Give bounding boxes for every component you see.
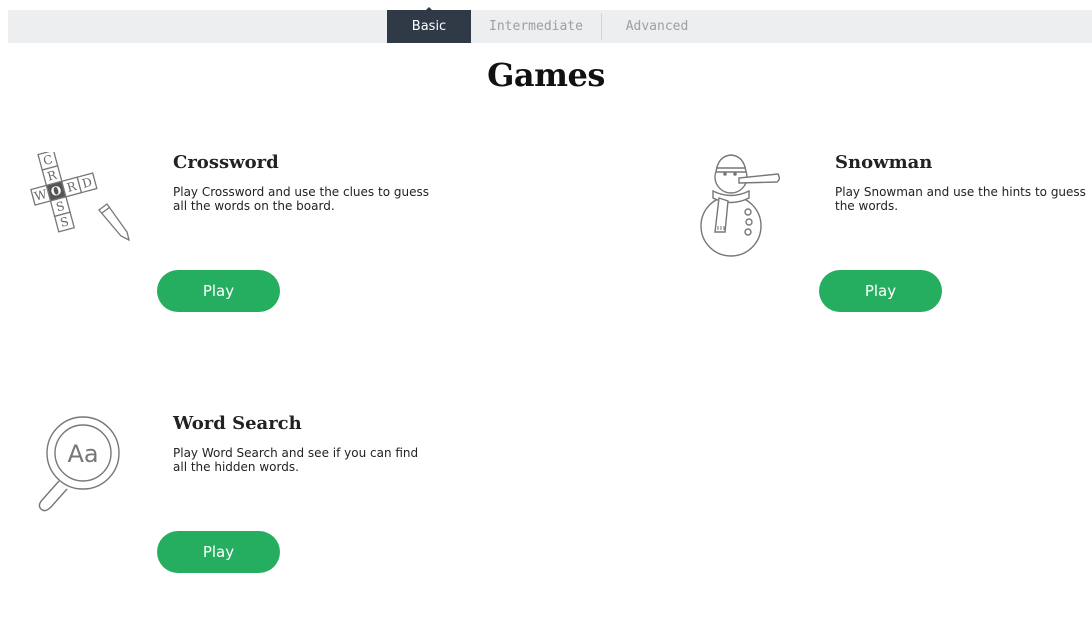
games-page: Basic Intermediate Advanced Games C R O …: [0, 0, 1092, 620]
game-card-word-search: Aa Word Search Play Word Search and see …: [23, 413, 418, 593]
page-title: Games: [487, 56, 605, 94]
play-word-search-button[interactable]: Play: [157, 531, 280, 573]
game-card-snowman: Snowman Play Snowman and use the hints t…: [685, 152, 1086, 332]
game-description: Play Crossword and use the clues to gues…: [173, 185, 429, 213]
snowman-icon: [685, 152, 795, 262]
play-snowman-button[interactable]: Play: [819, 270, 942, 312]
tab-advanced[interactable]: Advanced: [602, 10, 712, 43]
crossword-icon: C R O S S W R D: [23, 149, 133, 262]
game-description: Play Word Search and see if you can find…: [173, 446, 419, 474]
magnifier-text: Aa: [67, 440, 98, 468]
game-description: Play Snowman and use the hints to guess …: [835, 185, 1086, 213]
magnifier-icon: Aa: [23, 413, 133, 523]
game-card-crossword: C R O S S W R D Crossword Play Crossword…: [23, 149, 429, 332]
game-title: Crossword: [173, 152, 279, 173]
tab-basic[interactable]: Basic: [387, 7, 471, 43]
level-tabs: Basic Intermediate Advanced: [387, 7, 712, 43]
game-title: Snowman: [835, 152, 933, 173]
game-title: Word Search: [173, 413, 302, 434]
play-crossword-button[interactable]: Play: [157, 270, 280, 312]
tab-intermediate[interactable]: Intermediate: [471, 10, 601, 43]
